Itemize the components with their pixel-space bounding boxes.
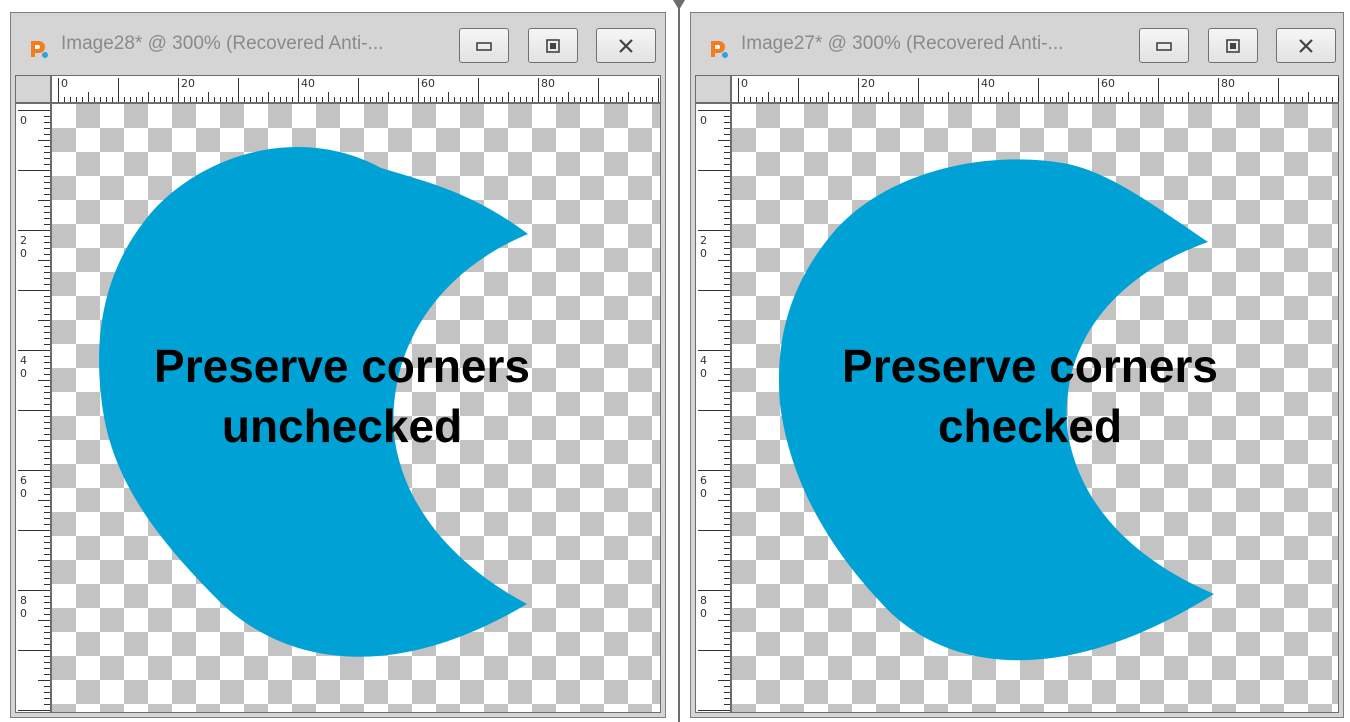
ruler-label: 40	[301, 77, 315, 90]
horizontal-ruler: 0 20 40 60 80	[731, 75, 1339, 103]
ruler-label: 2	[700, 234, 707, 247]
ruler-corner	[695, 75, 731, 103]
window-title: Image28* @ 300% (Recovered Anti-...	[61, 33, 384, 54]
divider-line	[678, 8, 680, 722]
ruler-label: 6	[700, 474, 707, 487]
ruler-label: 2	[20, 234, 27, 247]
ruler-label: 0	[20, 607, 27, 620]
divider-notch	[673, 0, 685, 10]
close-icon	[1299, 38, 1313, 53]
ruler-label: 80	[1221, 77, 1235, 90]
minimize-button[interactable]	[1139, 28, 1189, 63]
ruler-corner	[15, 75, 51, 103]
ruler-label: 60	[1101, 77, 1115, 90]
ruler-label: 60	[421, 77, 435, 90]
close-button[interactable]	[596, 28, 656, 63]
paintshop-pro-icon	[711, 41, 728, 58]
ruler-label: 20	[861, 77, 875, 90]
minimize-button[interactable]	[459, 28, 509, 63]
ruler-label: 0	[61, 77, 68, 90]
maximize-icon	[546, 38, 560, 53]
caption-line-2: unchecked	[221, 400, 463, 452]
image-window-right[interactable]: Image27* @ 300% (Recovered Anti-... 0 20 4…	[690, 12, 1344, 718]
ruler-label: 8	[20, 594, 27, 607]
caption: Preserve corners checked	[740, 336, 1320, 456]
ruler-label: 0	[700, 367, 707, 380]
vertical-ruler: 020406080	[15, 103, 51, 713]
window-title: Image27* @ 300% (Recovered Anti-...	[741, 33, 1064, 54]
ruler-label: 6	[20, 474, 27, 487]
ruler-label: 0	[700, 607, 707, 620]
ruler-label: 4	[700, 354, 707, 367]
minimize-icon	[476, 41, 492, 51]
ruler-label: 0	[20, 487, 27, 500]
ruler-label: 40	[981, 77, 995, 90]
caption-line-1: Preserve corners	[154, 340, 530, 392]
minimize-icon	[1156, 41, 1172, 51]
caption-line-1: Preserve corners	[842, 340, 1218, 392]
maximize-button[interactable]	[528, 28, 578, 63]
title-bar[interactable]: Image28* @ 300% (Recovered Anti-...	[11, 13, 665, 73]
caption-line-2: checked	[937, 400, 1123, 452]
ruler-label: 8	[700, 594, 707, 607]
maximize-icon	[1226, 38, 1240, 53]
ruler-label: 0	[700, 114, 707, 127]
ruler-label: 20	[181, 77, 195, 90]
horizontal-ruler: 0 20 40 60 80	[51, 75, 661, 103]
image-canvas[interactable]: Preserve corners unchecked	[51, 103, 661, 713]
maximize-button[interactable]	[1208, 28, 1258, 63]
ruler-label: 4	[20, 354, 27, 367]
ruler-label: 80	[541, 77, 555, 90]
image-window-left[interactable]: Image28* @ 300% (Recovered Anti-... 0 20 4…	[10, 12, 666, 718]
title-bar[interactable]: Image27* @ 300% (Recovered Anti-...	[691, 13, 1343, 73]
ruler-label: 0	[700, 487, 707, 500]
vertical-ruler: 020406080	[695, 103, 731, 713]
image-canvas[interactable]: Preserve corners checked	[731, 103, 1339, 713]
ruler-label: 0	[741, 77, 748, 90]
ruler-label: 0	[20, 247, 27, 260]
ruler-label: 0	[20, 114, 27, 127]
ruler-label: 0	[700, 247, 707, 260]
close-button[interactable]	[1276, 28, 1336, 63]
close-icon	[619, 38, 633, 53]
caption: Preserve corners unchecked	[52, 336, 632, 456]
ruler-label: 0	[20, 367, 27, 380]
paintshop-pro-icon	[31, 41, 48, 58]
